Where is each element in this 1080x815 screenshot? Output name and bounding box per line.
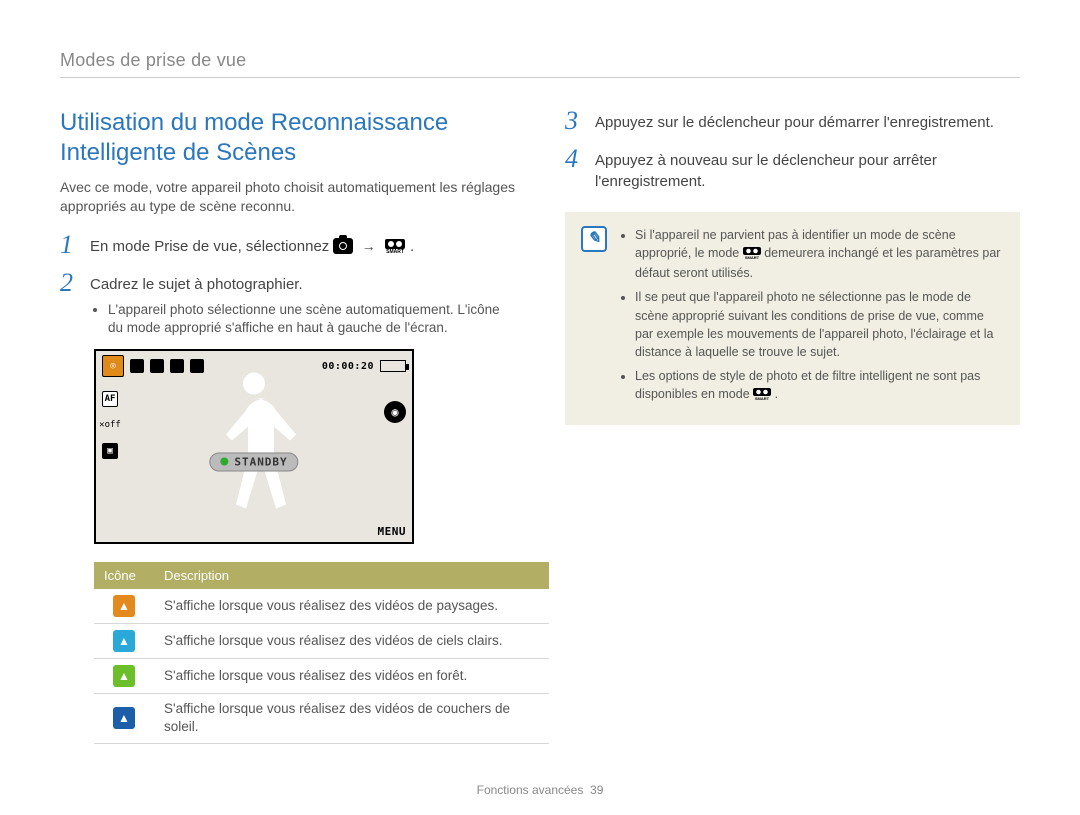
standby-label: STANDBY — [234, 455, 287, 468]
footer-section: Fonctions avancées — [477, 783, 584, 797]
lcd-top-left-icons: ◎ — [102, 355, 204, 377]
menu-label: MENU — [378, 525, 407, 538]
table-row-desc: S'affiche lorsque vous réalisez des vidé… — [154, 624, 549, 659]
battery-icon — [380, 360, 406, 372]
table-row-desc: S'affiche lorsque vous réalisez des vidé… — [154, 589, 549, 624]
note-text: Les options de style de photo et de filt… — [635, 369, 980, 401]
lcd-indicator-icon — [130, 359, 144, 373]
table-row-desc: S'affiche lorsque vous réalisez des vidé… — [154, 659, 549, 694]
table-row: ▲ S'affiche lorsque vous réalisez des vi… — [94, 624, 549, 659]
breadcrumb: Modes de prise de vue — [60, 50, 1020, 78]
step-number: 4 — [565, 146, 581, 172]
lcd-timecode: 00:00:20 — [322, 361, 374, 372]
camera-icon — [333, 238, 353, 254]
arrow-icon: → — [358, 238, 380, 254]
lcd-left-icon: ▣ — [102, 443, 118, 459]
step-2: 2 Cadrez le sujet à photographier. L'app… — [60, 270, 515, 337]
step-4-text: Appuyez à nouveau sur le déclencheur pou… — [595, 146, 1020, 192]
record-button-icon: ◉ — [384, 401, 406, 423]
note-item: Si l'appareil ne parvient pas à identifi… — [635, 226, 1004, 282]
step-1-trail: . — [410, 238, 414, 255]
standby-indicator: STANDBY — [209, 452, 298, 471]
lcd-preview: ◎ 00:00:20 AF ✕off ▣ ◉ — [94, 349, 414, 544]
landscape-scene-icon: ▲ — [113, 595, 135, 617]
note-box: ✎ Si l'appareil ne parvient pas à identi… — [565, 212, 1020, 425]
lcd-smart-mode-icon: ◎ — [102, 355, 124, 377]
page-footer: Fonctions avancées 39 — [0, 783, 1080, 797]
step-2-bullet: L'appareil photo sélectionne une scène a… — [108, 301, 515, 337]
table-row: ▲ S'affiche lorsque vous réalisez des vi… — [94, 694, 549, 743]
note-item: Les options de style de photo et de filt… — [635, 367, 1004, 405]
note-icon: ✎ — [581, 226, 607, 252]
af-icon: AF — [102, 391, 118, 407]
step-2-text: Cadrez le sujet à photographier. — [90, 276, 303, 293]
section-title: Utilisation du mode Reconnaissance Intel… — [60, 108, 515, 168]
svg-text:SMART: SMART — [745, 255, 760, 259]
note-text: Il se peut que l'appareil photo ne sélec… — [635, 290, 993, 358]
step-4: 4 Appuyez à nouveau sur le déclencheur p… — [565, 146, 1020, 192]
step-number: 1 — [60, 232, 76, 258]
step-3: 3 Appuyez sur le déclencheur pour démarr… — [565, 108, 1020, 134]
smart-mode-icon: SMART — [743, 246, 761, 264]
smart-mode-icon: SMART — [384, 236, 406, 254]
step-3-text: Appuyez sur le déclencheur pour démarrer… — [595, 108, 994, 133]
table-head-description: Description — [154, 562, 549, 589]
smart-mode-icon: SMART — [753, 387, 771, 405]
table-row-desc: S'affiche lorsque vous réalisez des vidé… — [154, 694, 549, 743]
right-column: 3 Appuyez sur le déclencheur pour démarr… — [565, 108, 1020, 744]
note-item: Il se peut que l'appareil photo ne sélec… — [635, 288, 1004, 361]
lcd-indicator-icon — [170, 359, 184, 373]
footer-page-number: 39 — [590, 783, 603, 797]
step-number: 3 — [565, 108, 581, 134]
step-1: 1 En mode Prise de vue, sélectionnez → S… — [60, 232, 515, 258]
silhouette-figure — [209, 364, 299, 514]
left-column: Utilisation du mode Reconnaissance Intel… — [60, 108, 515, 744]
icon-description-table: Icône Description ▲ S'affiche lorsque vo… — [94, 562, 549, 743]
table-head-icon: Icône — [94, 562, 154, 589]
flash-off-icon: ✕off — [102, 417, 118, 433]
intro-text: Avec ce mode, votre appareil photo chois… — [60, 178, 515, 216]
step-1-text: En mode Prise de vue, sélectionnez — [90, 238, 329, 255]
table-row: ▲ S'affiche lorsque vous réalisez des vi… — [94, 589, 549, 624]
clear-sky-scene-icon: ▲ — [113, 630, 135, 652]
lcd-indicator-icon — [150, 359, 164, 373]
standby-dot-icon — [220, 458, 228, 466]
step-number: 2 — [60, 270, 76, 296]
forest-scene-icon: ▲ — [113, 665, 135, 687]
lcd-indicator-icon — [190, 359, 204, 373]
svg-text:SMART: SMART — [755, 396, 770, 400]
svg-text:SMART: SMART — [386, 249, 404, 254]
note-text: . — [775, 387, 778, 401]
table-row: ▲ S'affiche lorsque vous réalisez des vi… — [94, 659, 549, 694]
lcd-top-right: 00:00:20 — [322, 360, 406, 372]
sunset-scene-icon: ▲ — [113, 707, 135, 729]
